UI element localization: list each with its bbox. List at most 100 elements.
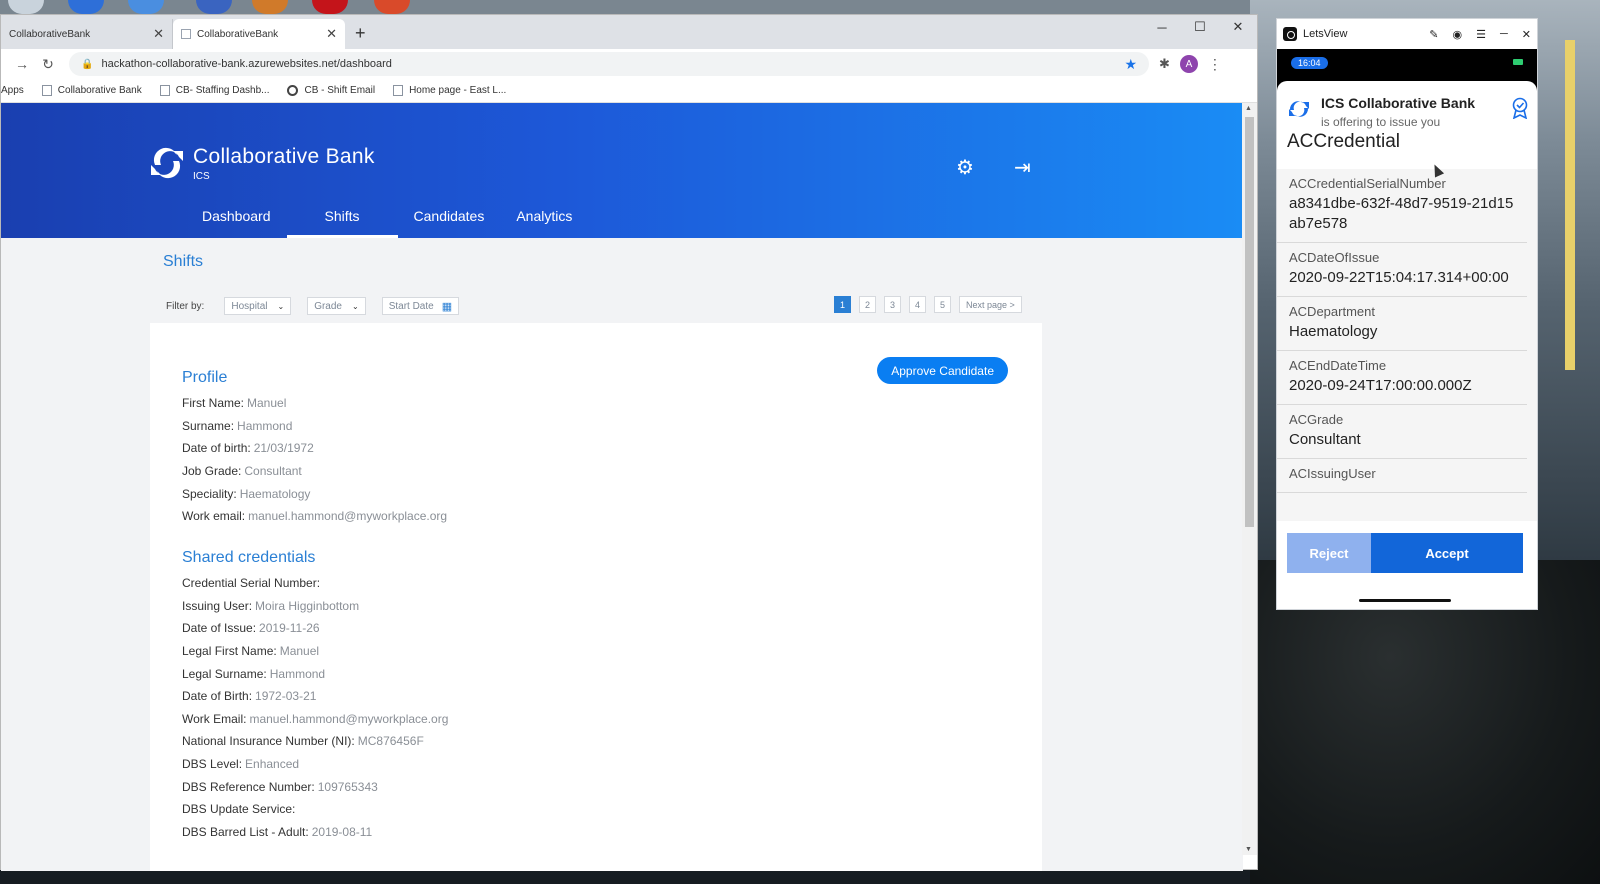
nav-shifts[interactable]: Shifts [286, 208, 398, 238]
bookmark-item[interactable]: CB - Shift Email [287, 85, 375, 96]
approve-candidate-button[interactable]: Approve Candidate [877, 357, 1008, 384]
close-icon[interactable]: ✕ [1219, 15, 1257, 39]
record-icon[interactable]: ◉ [1453, 28, 1463, 41]
field-row: First Name: Manuel [182, 392, 447, 415]
field-label: Surname: [182, 418, 235, 433]
brand[interactable]: Collaborative Bank ICS [149, 143, 375, 183]
page-button[interactable]: 5 [934, 296, 951, 313]
taskbar-icon[interactable] [374, 0, 410, 14]
bookmark-item[interactable]: Collaborative Bank [41, 85, 142, 96]
accept-button[interactable]: Accept [1371, 533, 1523, 573]
credential-attribute: ACGrade Consultant [1277, 405, 1527, 459]
home-indicator [1359, 599, 1451, 602]
field-row: Work email: manuel.hammond@myworkplace.or… [182, 505, 447, 528]
close-icon[interactable]: ✕ [326, 26, 337, 42]
taskbar-icon[interactable] [312, 0, 348, 14]
logout-icon[interactable]: ⇥ [1014, 155, 1031, 180]
attribute-key: ACIssuingUser [1289, 466, 1376, 481]
attribute-key: ACDepartment [1289, 304, 1375, 319]
main-nav: Dashboard Shifts Candidates Analytics [186, 208, 588, 238]
field-label: DBS Barred List - Adult: [182, 824, 309, 839]
field-row: Date of birth: 21/03/1972 [182, 437, 447, 460]
field-label: Credential Serial Number: [182, 576, 321, 591]
credential-name: ACCredential [1287, 131, 1400, 152]
scroll-up-icon[interactable]: ▲ [1245, 105, 1252, 112]
nav-candidates[interactable]: Candidates [398, 208, 501, 238]
page-icon [41, 85, 52, 96]
nav-dashboard[interactable]: Dashboard [186, 208, 287, 238]
globe-icon [287, 85, 299, 96]
attribute-key: ACGrade [1289, 412, 1344, 427]
field-row: Speciality: Haematology [182, 482, 447, 505]
next-page-button[interactable]: Next page > [959, 296, 1022, 313]
hospital-select[interactable]: Hospital ⌄ [224, 297, 292, 315]
more-menu-icon[interactable]: ⋮ [1208, 56, 1222, 73]
scrollbar-thumb[interactable] [1245, 117, 1254, 527]
tab-bar: CollaborativeBank ✕ CollaborativeBank ✕ … [1, 15, 1257, 49]
minimize-icon[interactable]: ─ [1500, 28, 1508, 41]
letsview-window: LetsView ✎ ◉ ☰ ─ ✕ 16:04 ICS Collaborati… [1276, 18, 1538, 610]
close-icon[interactable]: ✕ [153, 26, 164, 42]
brush-icon[interactable]: ✎ [1429, 28, 1438, 41]
bookmark-apps[interactable]: Apps [1, 85, 24, 96]
profile-heading: Profile [182, 369, 228, 386]
minimize-icon[interactable]: ─ [1143, 15, 1181, 39]
taskbar-icon[interactable] [252, 0, 288, 14]
bookmark-item[interactable]: Home page - East L... [393, 85, 506, 96]
profile-list: First Name: Manuel Surname: Hammond Date of … [182, 392, 447, 528]
field-label: Date of birth: [182, 441, 251, 456]
taskbar-icon[interactable] [68, 0, 104, 14]
field-label: Job Grade: [182, 464, 242, 479]
page-icon [159, 85, 170, 96]
field-label: First Name: [182, 396, 245, 411]
start-date-input[interactable]: Start Date ▦ [381, 297, 460, 315]
offer-text: is offering to issue you [1321, 115, 1441, 129]
page-button[interactable]: 1 [834, 296, 851, 313]
extensions-icon[interactable]: ✱ [1159, 56, 1170, 72]
settings-gear-icon[interactable]: ⚙ [956, 155, 974, 180]
taskbar-icon[interactable] [196, 0, 232, 14]
page-button[interactable]: 4 [909, 296, 926, 313]
reload-icon[interactable]: ↻ [35, 56, 61, 73]
field-row: Credential Serial Number: [182, 572, 448, 595]
field-label: DBS Update Service: [182, 802, 296, 817]
attribute-value: Haematology [1289, 323, 1378, 340]
maximize-icon[interactable]: ☐ [1181, 15, 1219, 39]
bookmark-item[interactable]: CB- Staffing Dashb... [159, 85, 269, 96]
reject-button[interactable]: Reject [1287, 533, 1371, 573]
app-header: Collaborative Bank ICS ⚙ ⇥ Dashboard Shi… [1, 103, 1243, 238]
field-value: 2019-08-11 [311, 824, 373, 839]
org-logo-icon [1287, 97, 1311, 121]
field-value: 109765343 [317, 779, 378, 794]
brand-name: Collaborative Bank [193, 144, 375, 168]
credential-attributes[interactable]: ACCredentialSerialNumber a8341dbe-632f-48… [1277, 169, 1537, 521]
field-row: Date of Birth: 1972-03-21 [182, 685, 448, 708]
grade-select[interactable]: Grade ⌄ [307, 297, 366, 315]
nav-analytics[interactable]: Analytics [500, 208, 588, 238]
taskbar-icon[interactable] [8, 0, 44, 14]
tab-title: CollaborativeBank [197, 28, 279, 40]
profile-avatar[interactable]: A [1179, 55, 1198, 73]
forward-icon[interactable]: → [9, 56, 35, 72]
field-value: Consultant [244, 464, 302, 479]
field-row: Date of Issue: 2019-11-26 [182, 617, 448, 640]
field-label: National Insurance Number (NI): [182, 734, 355, 749]
browser-tab-active[interactable]: CollaborativeBank ✕ [173, 19, 345, 49]
page-icon [181, 29, 191, 39]
star-icon[interactable]: ★ [1124, 56, 1137, 73]
url-field[interactable]: 🔒 hackathon-collaborative-bank.azurewebs… [69, 52, 1149, 76]
menu-icon[interactable]: ☰ [1476, 28, 1486, 41]
page-button[interactable]: 2 [859, 296, 876, 313]
chevron-down-icon: ⌄ [277, 301, 285, 311]
page-button[interactable]: 3 [884, 296, 901, 313]
browser-tab[interactable]: CollaborativeBank ✕ [1, 19, 173, 49]
close-icon[interactable]: ✕ [1522, 28, 1531, 41]
pagination: 1 2 3 4 5 Next page > [834, 296, 1022, 313]
battery-icon [1513, 59, 1523, 65]
new-tab-icon[interactable]: + [355, 23, 366, 44]
field-row: Job Grade: Consultant [182, 460, 447, 483]
page-scrollbar[interactable]: ▲ ▼ [1242, 103, 1257, 855]
scroll-down-icon[interactable]: ▼ [1245, 846, 1252, 853]
attribute-value: Consultant [1289, 431, 1361, 448]
taskbar-icon[interactable] [128, 0, 164, 14]
